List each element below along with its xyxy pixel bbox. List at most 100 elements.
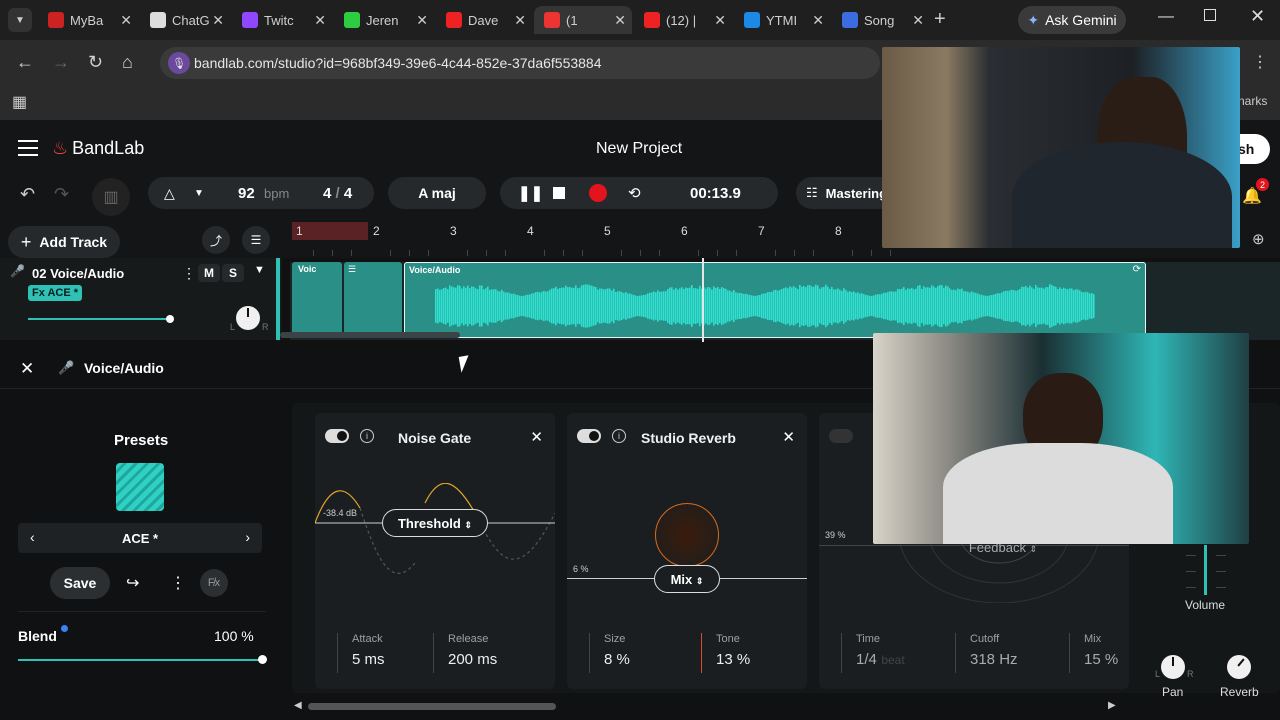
- close-icon[interactable]: ✕: [530, 428, 543, 446]
- track-header[interactable]: 🎤 02 Voice/Audio ⋮ M S ▼ Fx ACE * L R: [0, 258, 282, 340]
- share-icon[interactable]: ↪: [126, 573, 139, 593]
- preset-menu-icon[interactable]: ⋮: [170, 573, 186, 593]
- threshold-selector[interactable]: Threshold ⇕: [382, 509, 488, 537]
- volume-meter[interactable]: [1182, 545, 1230, 597]
- scroll-left-icon[interactable]: ◀: [294, 700, 302, 711]
- menu-dots-icon[interactable]: ⋮: [1252, 52, 1268, 72]
- home-icon[interactable]: ⌂: [122, 52, 133, 73]
- info-icon[interactable]: i: [360, 429, 374, 443]
- maximize-button[interactable]: [1204, 9, 1216, 21]
- mix-selector[interactable]: Mix ⇕: [654, 565, 720, 593]
- tab-close-icon[interactable]: ✕: [912, 12, 924, 29]
- release-param[interactable]: Release 200 ms: [433, 633, 497, 673]
- tab-close-icon[interactable]: ✕: [714, 12, 726, 29]
- automation-button[interactable]: ⤴: [202, 226, 230, 254]
- effects-scrollbar[interactable]: [308, 703, 556, 710]
- fx-badge[interactable]: Fx ACE *: [28, 285, 83, 301]
- bookmarks-label[interactable]: narks: [1238, 94, 1267, 108]
- tab-close-icon[interactable]: ✕: [120, 12, 132, 29]
- time-param[interactable]: Time 1/4 beat: [841, 633, 905, 673]
- track-expand-icon[interactable]: ▼: [254, 264, 265, 276]
- close-editor-icon[interactable]: ✕: [20, 359, 34, 379]
- mute-button[interactable]: M: [198, 264, 220, 282]
- tab-close-icon[interactable]: ✕: [212, 12, 224, 29]
- preset-artwork[interactable]: [116, 463, 164, 511]
- browser-tab[interactable]: ChatG ✕: [140, 6, 230, 34]
- close-window-button[interactable]: ✕: [1250, 6, 1265, 27]
- metronome-icon[interactable]: △: [164, 185, 175, 202]
- delay-mix-param[interactable]: Mix 15 %: [1069, 633, 1118, 673]
- browser-tab[interactable]: (1 ✕: [534, 6, 632, 34]
- track-lane[interactable]: Voic ☰ Voice/Audio ⟳: [280, 258, 1280, 342]
- browser-tab[interactable]: YTMI ✕: [734, 6, 830, 34]
- address-bar[interactable]: 🎙 bandlab.com/studio?id=968bf349-39e6-4c…: [160, 47, 880, 79]
- tone-param[interactable]: Tone 13 %: [701, 633, 750, 673]
- time-signature[interactable]: 4 / 4: [323, 185, 352, 202]
- browser-tab[interactable]: Twitc ✕: [232, 6, 332, 34]
- reload-icon[interactable]: ↻: [88, 52, 103, 73]
- tab-search-button[interactable]: ▼: [8, 8, 32, 32]
- piano-keys-button[interactable]: ▥: [92, 178, 130, 216]
- audio-clip-small[interactable]: Voic: [292, 262, 342, 338]
- record-icon[interactable]: [589, 184, 607, 202]
- hamburger-menu-icon[interactable]: [18, 140, 38, 156]
- back-icon[interactable]: ←: [16, 52, 34, 73]
- fx-bypass-button[interactable]: F̸x: [200, 569, 228, 597]
- close-icon[interactable]: ✕: [782, 428, 795, 446]
- studio-reverb-toggle[interactable]: [577, 429, 601, 443]
- browser-tab[interactable]: Jeren ✕: [334, 6, 434, 34]
- blend-slider-handle[interactable]: [258, 655, 267, 664]
- bpm-value[interactable]: 92: [238, 185, 255, 202]
- blend-slider[interactable]: [18, 655, 267, 664]
- playhead[interactable]: [702, 258, 704, 342]
- tab-close-icon[interactable]: ✕: [314, 12, 326, 29]
- tab-close-icon[interactable]: ✕: [614, 12, 626, 29]
- track-menu-icon[interactable]: ⋮: [182, 265, 196, 282]
- attack-param[interactable]: Attack 5 ms: [337, 633, 385, 673]
- cutoff-param[interactable]: Cutoff 318 Hz: [955, 633, 1018, 673]
- minimize-button[interactable]: —: [1158, 8, 1174, 26]
- browser-tab[interactable]: Song ✕: [832, 6, 930, 34]
- quantize-button[interactable]: ☰: [242, 226, 270, 254]
- preset-selector[interactable]: ‹ ACE * ›: [18, 523, 262, 553]
- save-preset-button[interactable]: Save: [50, 567, 110, 599]
- notifications-button[interactable]: 🔔 2: [1242, 178, 1269, 206]
- add-track-button[interactable]: + Add Track: [8, 226, 120, 258]
- solo-button[interactable]: S: [222, 264, 244, 282]
- browser-tab[interactable]: Dave ✕: [436, 6, 532, 34]
- tab-close-icon[interactable]: ✕: [812, 12, 824, 29]
- audio-clip-midi-stub[interactable]: ☰: [344, 262, 402, 338]
- reverb-knob[interactable]: [1227, 655, 1251, 679]
- undo-icon[interactable]: ↶: [20, 184, 35, 205]
- size-param[interactable]: Size 8 %: [589, 633, 630, 673]
- scroll-right-icon[interactable]: ▶: [1108, 700, 1116, 711]
- horizontal-scrollbar-top[interactable]: [280, 332, 460, 338]
- audio-clip-voice[interactable]: Voice/Audio ⟳: [404, 262, 1146, 338]
- loop-icon[interactable]: ⟲: [628, 184, 641, 202]
- info-icon[interactable]: i: [612, 429, 626, 443]
- browser-tab[interactable]: MyBa ✕: [38, 6, 138, 34]
- chevron-left-icon[interactable]: ‹: [30, 529, 35, 545]
- tab-close-icon[interactable]: ✕: [514, 12, 526, 29]
- track-volume-slider[interactable]: [28, 315, 174, 323]
- pan-knob[interactable]: [1161, 655, 1185, 679]
- metronome-dropdown-icon[interactable]: ▼: [194, 188, 204, 199]
- new-tab-button[interactable]: +: [934, 8, 946, 31]
- mastering-button[interactable]: ☷ Mastering: [796, 177, 896, 209]
- track-pan-knob[interactable]: [236, 306, 260, 330]
- tab-close-icon[interactable]: ✕: [416, 12, 428, 29]
- clip-loop-icon[interactable]: ⟳: [1133, 264, 1141, 275]
- noise-gate-toggle[interactable]: [325, 429, 349, 443]
- project-title[interactable]: New Project: [596, 140, 682, 158]
- zoom-in-icon[interactable]: ⊕: [1252, 230, 1265, 248]
- key-selector[interactable]: A maj: [388, 177, 486, 209]
- track-name[interactable]: 02 Voice/Audio: [32, 266, 124, 281]
- forward-icon[interactable]: →: [52, 52, 70, 73]
- browser-tab[interactable]: (12) | ✕: [634, 6, 732, 34]
- chevron-right-icon[interactable]: ›: [245, 529, 250, 545]
- apps-grid-icon[interactable]: ▦: [12, 92, 27, 112]
- stop-icon[interactable]: [553, 187, 565, 199]
- pause-icon[interactable]: ❚❚: [518, 184, 543, 202]
- volume-slider-handle[interactable]: [166, 315, 174, 323]
- bandlab-logo[interactable]: ♨ BandLab: [52, 138, 144, 159]
